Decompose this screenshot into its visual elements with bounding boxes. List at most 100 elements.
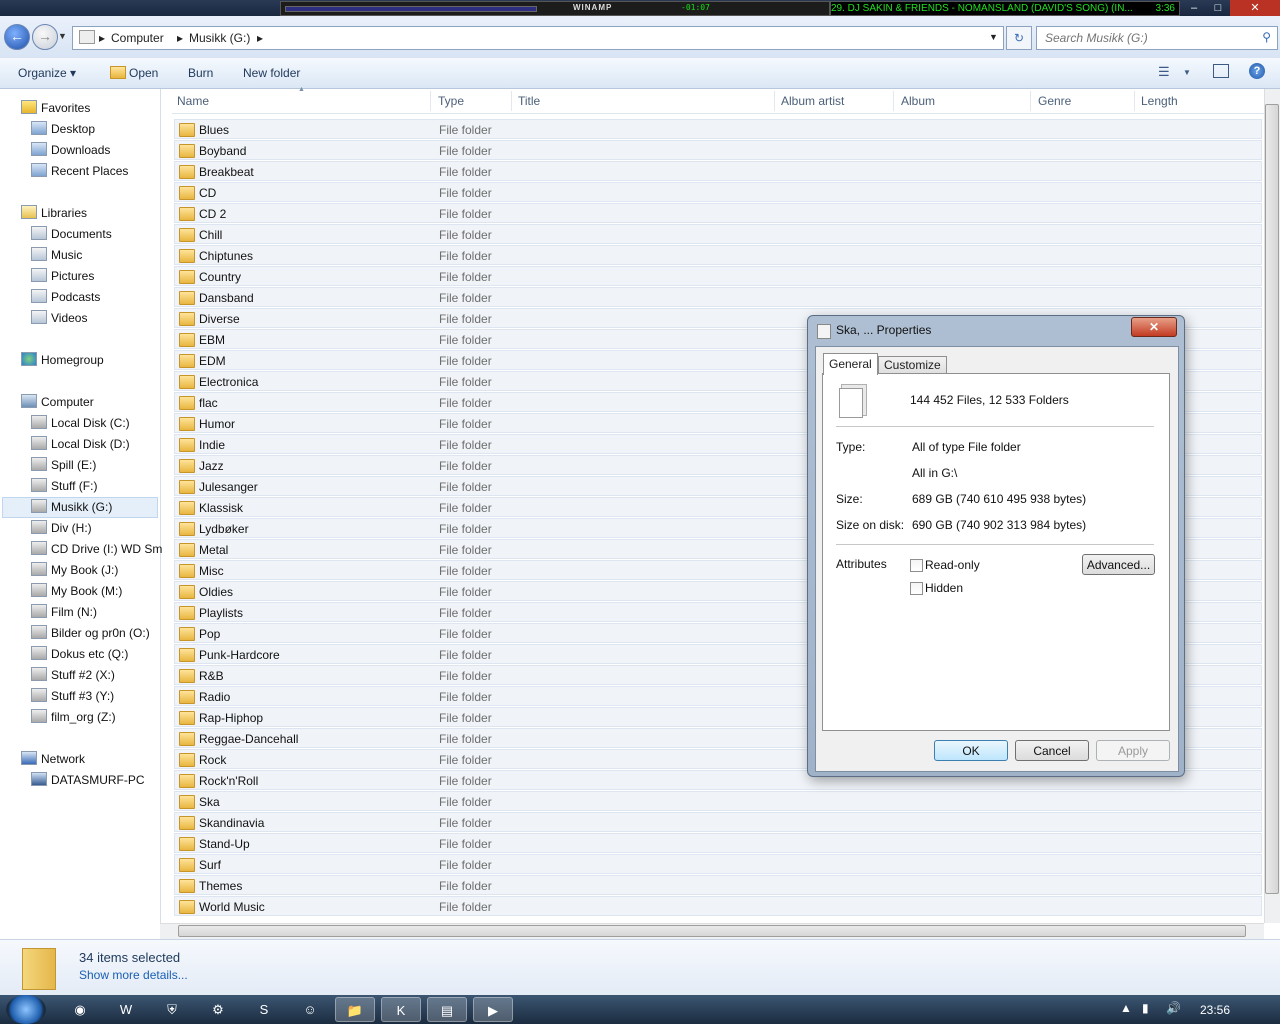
tab-general[interactable]: General <box>823 353 878 375</box>
table-row[interactable]: Skandinavia File folder <box>174 812 1262 832</box>
table-row[interactable]: Breakbeat File folder <box>174 161 1262 181</box>
maximize-button[interactable]: □ <box>1206 0 1230 16</box>
hidden-checkbox[interactable] <box>910 582 923 595</box>
table-row[interactable]: Blues File folder <box>174 119 1262 139</box>
advanced-button[interactable]: Advanced... <box>1082 554 1155 575</box>
nav-homegroup[interactable]: Homegroup <box>41 353 104 367</box>
forward-button[interactable]: → <box>32 24 58 50</box>
show-more-details-link[interactable]: Show more details... <box>79 968 188 982</box>
nav-item-recent-places[interactable]: Recent Places <box>51 164 128 178</box>
preview-pane-icon[interactable] <box>1213 64 1229 78</box>
address-history-dropdown[interactable]: ▼ <box>989 32 998 42</box>
column-type[interactable]: Type <box>438 94 464 108</box>
breadcrumb-computer[interactable]: Computer <box>111 31 164 45</box>
robot-taskbar-icon[interactable]: ⚙ <box>198 997 238 1022</box>
table-row[interactable]: Chill File folder <box>174 224 1262 244</box>
readonly-label[interactable]: Read-only <box>925 558 980 572</box>
table-row[interactable]: Chiptunes File folder <box>174 245 1262 265</box>
nav-item-bilder-og-pr0n-o[interactable]: Bilder og pr0n (O:) <box>51 626 150 640</box>
minimize-button[interactable]: – <box>1182 0 1206 16</box>
nav-computer[interactable]: Computer <box>41 395 94 409</box>
table-row[interactable]: CD 2 File folder <box>174 203 1262 223</box>
ok-button[interactable]: OK <box>934 740 1008 761</box>
nav-item-downloads[interactable]: Downloads <box>51 143 110 157</box>
open-button[interactable]: Open <box>129 66 158 80</box>
column-length[interactable]: Length <box>1141 94 1178 108</box>
volume-icon[interactable]: 🔊 <box>1166 1001 1181 1015</box>
change-view-icon[interactable]: ☰ <box>1158 64 1170 80</box>
nav-item-stuff-f[interactable]: Stuff (F:) <box>51 479 97 493</box>
tab-customize[interactable]: Customize <box>878 356 947 374</box>
table-row[interactable]: Stand-Up File folder <box>174 833 1262 853</box>
help-icon[interactable]: ? <box>1249 63 1265 79</box>
table-row[interactable]: Country File folder <box>174 266 1262 286</box>
table-row[interactable]: Surf File folder <box>174 854 1262 874</box>
nav-item-stuff-2-x[interactable]: Stuff #2 (X:) <box>51 668 115 682</box>
nav-item-my-book-j[interactable]: My Book (J:) <box>51 563 118 577</box>
messenger-taskbar-icon[interactable]: ☺ <box>290 997 330 1022</box>
nav-item-videos[interactable]: Videos <box>51 311 87 325</box>
firefox-taskbar-icon[interactable]: ◉ <box>60 997 100 1022</box>
breadcrumb-musikk[interactable]: Musikk (G:) <box>189 31 250 45</box>
column-title[interactable]: Title <box>518 94 540 108</box>
nav-item-local-disk-d[interactable]: Local Disk (D:) <box>51 437 130 451</box>
nav-libraries[interactable]: Libraries <box>41 206 87 220</box>
nav-item-pictures[interactable]: Pictures <box>51 269 94 283</box>
nav-item-local-disk-c[interactable]: Local Disk (C:) <box>51 416 130 430</box>
shield-taskbar-icon[interactable]: ⛨ <box>152 997 192 1022</box>
notepad-taskbar-icon[interactable]: ▤ <box>427 997 467 1022</box>
hidden-label[interactable]: Hidden <box>925 581 963 595</box>
skype-taskbar-icon[interactable]: S <box>244 997 284 1022</box>
winamp-equalizer[interactable] <box>285 6 537 12</box>
table-row[interactable]: Themes File folder <box>174 875 1262 895</box>
tray-expand-icon[interactable]: ▲ <box>1120 1001 1132 1015</box>
recent-pages-dropdown[interactable]: ▼ <box>58 31 67 41</box>
warcraft-taskbar-icon[interactable]: W <box>106 997 146 1022</box>
back-button[interactable]: ← <box>4 24 30 50</box>
nav-item-desktop[interactable]: Desktop <box>51 122 95 136</box>
network-signal-icon[interactable]: ▮ <box>1142 1001 1149 1015</box>
apply-button[interactable]: Apply <box>1096 740 1170 761</box>
nav-item-film-n[interactable]: Film (N:) <box>51 605 97 619</box>
table-row[interactable]: Boyband File folder <box>174 140 1262 160</box>
refresh-button[interactable]: ↻ <box>1006 26 1032 50</box>
table-row[interactable]: Ska File folder <box>174 791 1262 811</box>
close-window-button[interactable]: ✕ <box>1230 0 1280 16</box>
vertical-scroll-thumb[interactable] <box>1265 104 1279 894</box>
table-row[interactable]: CD File folder <box>174 182 1262 202</box>
readonly-checkbox[interactable] <box>910 559 923 572</box>
start-button[interactable] <box>6 995 46 1024</box>
nav-item-spill-e[interactable]: Spill (E:) <box>51 458 96 472</box>
search-box[interactable]: ⚲ <box>1036 26 1278 50</box>
app-kt-taskbar-icon[interactable]: K <box>381 997 421 1022</box>
search-icon[interactable]: ⚲ <box>1262 30 1271 44</box>
burn-button[interactable]: Burn <box>188 66 213 80</box>
dialog-close-button[interactable]: ✕ <box>1131 317 1177 337</box>
organize-button[interactable]: Organize ▾ <box>18 66 76 80</box>
table-row[interactable]: World Music File folder <box>174 896 1262 916</box>
nav-favorites[interactable]: Favorites <box>41 101 90 115</box>
nav-item-datasmurf-pc[interactable]: DATASMURF-PC <box>51 773 145 787</box>
nav-item-my-book-m[interactable]: My Book (M:) <box>51 584 122 598</box>
nav-item-stuff-3-y[interactable]: Stuff #3 (Y:) <box>51 689 114 703</box>
column-album-artist[interactable]: Album artist <box>781 94 844 108</box>
column-album[interactable]: Album <box>901 94 935 108</box>
view-options-dropdown-icon[interactable]: ▼ <box>1183 68 1191 77</box>
nav-item-documents[interactable]: Documents <box>51 227 112 241</box>
nav-network[interactable]: Network <box>41 752 85 766</box>
column-genre[interactable]: Genre <box>1038 94 1071 108</box>
nav-item-film-org-z[interactable]: film_org (Z:) <box>51 710 116 724</box>
clock[interactable]: 23:56 <box>1200 1003 1230 1017</box>
cancel-button[interactable]: Cancel <box>1015 740 1089 761</box>
nav-item-cd-drive-i-wd-sm[interactable]: CD Drive (I:) WD Sm <box>51 542 162 556</box>
nav-item-music[interactable]: Music <box>51 248 82 262</box>
column-name[interactable]: Name <box>177 94 209 108</box>
search-input[interactable] <box>1043 30 1247 46</box>
table-row[interactable]: Dansband File folder <box>174 287 1262 307</box>
address-bar[interactable]: ▸ Computer ▸ Musikk (G:) ▸ ▼ <box>72 26 1004 50</box>
nav-item-musikk-g[interactable]: Musikk (G:) <box>51 500 112 514</box>
nav-item-podcasts[interactable]: Podcasts <box>51 290 100 304</box>
nav-item-div-h[interactable]: Div (H:) <box>51 521 92 535</box>
winamp-player-bar[interactable]: WINAMP -01:07 <box>280 1 830 16</box>
winamp-taskbar-icon[interactable]: ▶ <box>473 997 513 1022</box>
